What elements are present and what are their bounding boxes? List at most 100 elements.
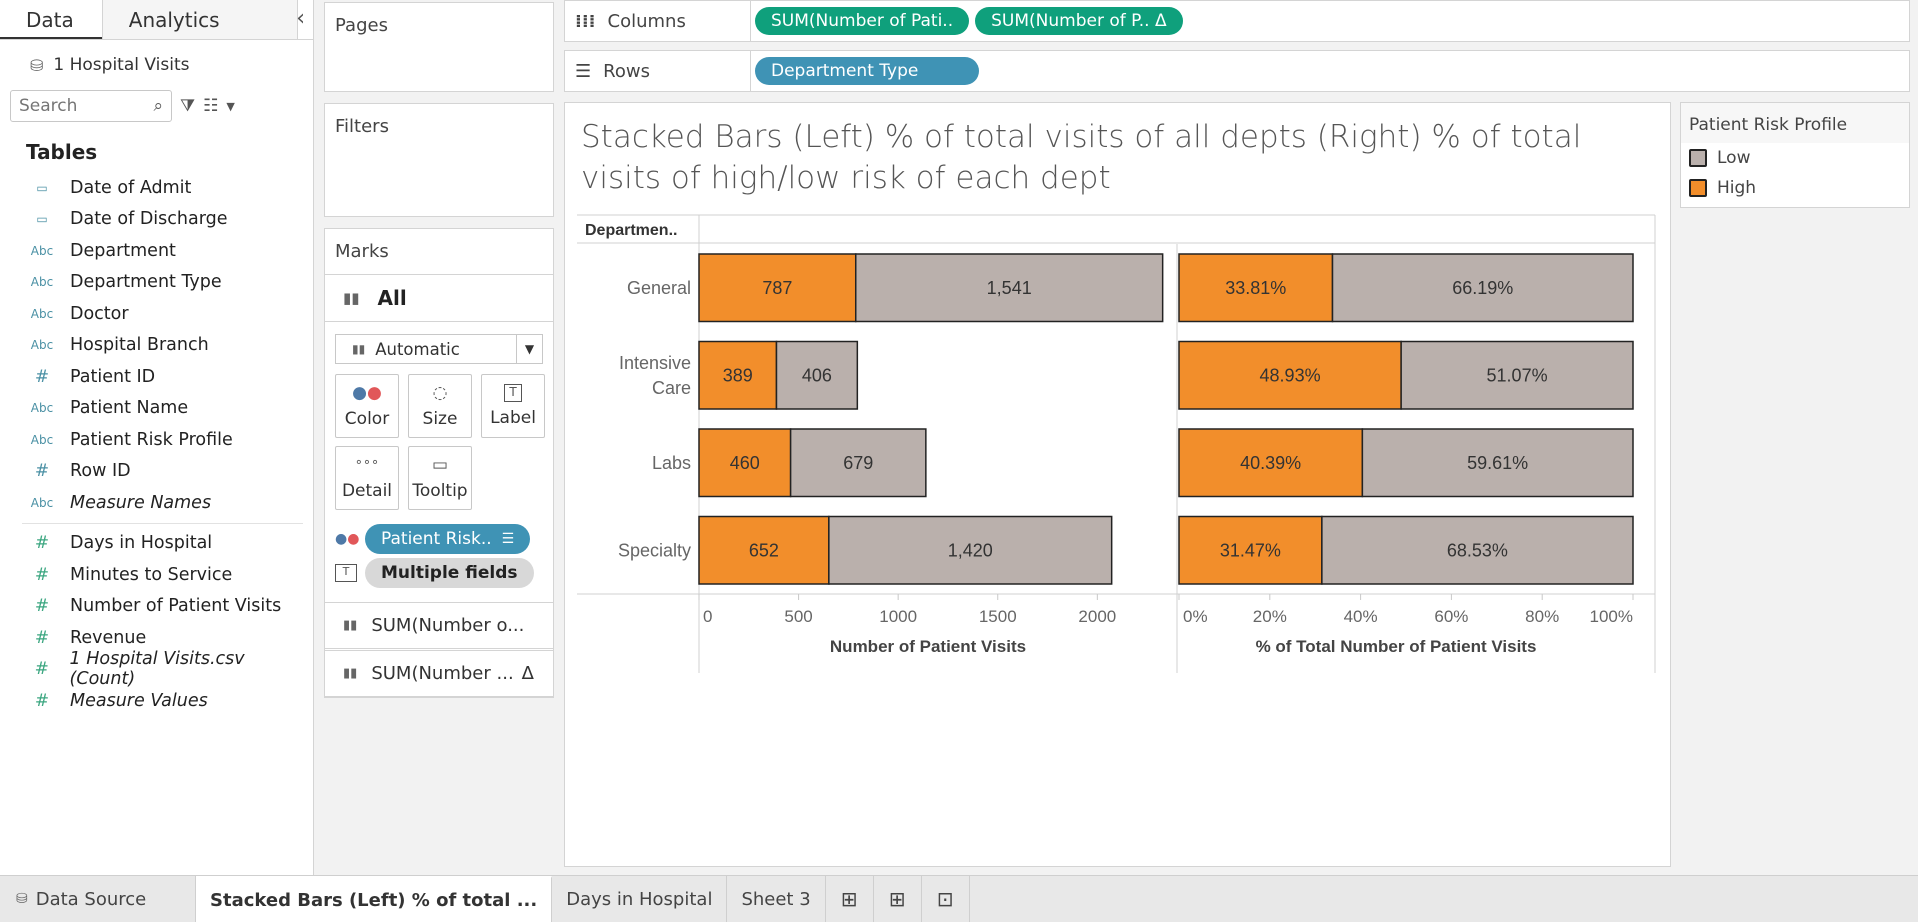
sheet-tab-2[interactable]: Sheet 3 — [727, 876, 826, 922]
filters-card[interactable]: Filters — [324, 103, 554, 217]
field-item[interactable]: # Minutes to Service — [0, 559, 313, 591]
pages-card[interactable]: Pages — [324, 2, 554, 92]
tooltip-button[interactable]: ▭ Tooltip — [408, 446, 472, 510]
datasource-item[interactable]: ⛁ 1 Hospital Visits — [0, 40, 313, 80]
column-pills: SUM(Number of Pati.. SUM(Number of P.. Δ — [751, 7, 1183, 35]
measure-marks-tab-2[interactable]: ▮▮ SUM(Number ... Δ — [324, 650, 554, 697]
marks-all-tab[interactable]: ▮▮ All — [325, 274, 553, 322]
legend-label: Low — [1717, 148, 1751, 168]
category-label: Care — [652, 378, 691, 398]
field-item[interactable]: ▭ Date of Discharge — [0, 204, 313, 236]
column-pill[interactable]: SUM(Number of P.. Δ — [975, 7, 1183, 35]
search-box[interactable]: ⌕ — [10, 90, 172, 122]
field-item[interactable]: Abc Measure Names — [0, 487, 313, 519]
field-name: Department Type — [70, 272, 222, 293]
size-button[interactable]: ◌ Size — [408, 374, 472, 438]
legend-item[interactable]: Low — [1681, 143, 1909, 173]
pages-card-title: Pages — [335, 15, 388, 36]
field-name: Number of Patient Visits — [70, 596, 282, 617]
label-field-pill[interactable]: Multiple fields — [365, 558, 534, 588]
sheet-tab-0[interactable]: Stacked Bars (Left) % of total ... — [196, 876, 553, 922]
cards-pane: Pages Filters Marks ▮▮ All ▮▮ Automatic … — [322, 0, 556, 875]
column-pill[interactable]: SUM(Number of Pati.. — [755, 7, 970, 35]
legend-label: High — [1717, 178, 1757, 198]
field-name: Doctor — [70, 303, 129, 324]
legend-swatch — [1689, 179, 1707, 197]
right-tick-label: 0% — [1183, 607, 1208, 626]
new-story-icon[interactable]: ⊡ — [922, 876, 970, 922]
columns-shelf[interactable]: ⁞⁞⁞ Columns SUM(Number of Pati.. SUM(Numb… — [564, 0, 1910, 42]
field-item[interactable]: Abc Patient Risk Profile — [0, 424, 313, 456]
row-pill[interactable]: Department Type — [755, 57, 979, 85]
bar-chart-icon: ▮▮ — [343, 289, 360, 307]
right-tick-label: 60% — [1434, 607, 1468, 626]
tooltip-icon: ▭ — [431, 455, 449, 475]
search-icon: ⌕ — [153, 96, 163, 116]
tab-analytics[interactable]: Analytics — [101, 0, 298, 39]
field-name: Revenue — [70, 627, 147, 648]
detail-button[interactable]: ∘∘∘ Detail — [335, 446, 399, 510]
field-item[interactable]: # Row ID — [0, 456, 313, 488]
tables-heading: Tables — [26, 140, 98, 164]
right-bar-label: 48.93% — [1260, 365, 1321, 385]
field-item[interactable]: Abc Hospital Branch — [0, 330, 313, 362]
new-worksheet-icon[interactable]: ⊞ — [826, 876, 874, 922]
tab-data[interactable]: Data — [0, 0, 102, 39]
data-source-tab-label: Data Source — [35, 888, 147, 910]
new-dashboard-icon[interactable]: ⊞ — [874, 876, 922, 922]
field-name: Date of Admit — [70, 177, 192, 198]
field-name: Measure Values — [70, 690, 208, 711]
color-button[interactable]: ●● Color — [335, 374, 399, 438]
rows-shelf[interactable]: ☰ Rows Department Type — [564, 50, 1910, 92]
chevron-down-icon[interactable]: ▼ — [516, 335, 542, 363]
field-item[interactable]: #1 Hospital Visits.csv (Count) — [0, 649, 313, 689]
left-bar-label: 460 — [730, 453, 760, 473]
filter-icon[interactable]: ⧩ — [180, 96, 195, 116]
left-bar-label: 652 — [749, 540, 779, 560]
field-name: Minutes to Service — [70, 564, 233, 585]
view-list-icon[interactable]: ☷ — [203, 96, 218, 116]
left-bar-label: 787 — [762, 278, 792, 298]
dropdown-caret-icon[interactable]: ▼ — [226, 100, 234, 113]
calendar-icon: ▭ — [36, 180, 48, 195]
field-item[interactable]: # Number of Patient Visits — [0, 591, 313, 623]
field-item[interactable]: ▭ Date of Admit — [0, 172, 313, 204]
marks-card-title: Marks — [335, 241, 389, 262]
right-axis-title: % of Total Number of Patient Visits — [1256, 637, 1537, 656]
field-item[interactable]: # Days in Hospital — [0, 528, 313, 560]
viz-area: Stacked Bars (Left) % of total visits of… — [564, 102, 1671, 867]
search-input[interactable] — [19, 96, 139, 116]
color-legend: Patient Risk Profile Low High — [1680, 102, 1910, 208]
data-pane: Data Analytics ‹ ⛁ 1 Hospital Visits ⌕ ⧩… — [0, 0, 314, 875]
pane-tabs: Data Analytics ‹ — [0, 0, 313, 40]
string-type-icon: Abc — [30, 243, 54, 258]
label-button[interactable]: T Label — [481, 374, 545, 438]
tooltip-button-label: Tooltip — [412, 481, 468, 501]
rows-shelf-label: ☰ Rows — [565, 51, 751, 91]
field-item[interactable]: Abc Patient Name — [0, 393, 313, 425]
color-field-pill[interactable]: Patient Risk.. ☰ — [365, 524, 531, 554]
sheet-tab-label: Sheet 3 — [741, 888, 811, 910]
sort-icon: ☰ — [501, 531, 515, 547]
data-source-tab[interactable]: ⛁ Data Source — [0, 876, 196, 922]
calendar-icon: ▭ — [36, 212, 48, 227]
string-type-icon: Abc — [30, 338, 54, 353]
right-bar-label: 66.19% — [1452, 278, 1513, 298]
detail-button-label: Detail — [341, 481, 393, 501]
number-type-icon: # — [34, 690, 50, 711]
sheet-tab-1[interactable]: Days in Hospital — [552, 876, 728, 922]
field-item[interactable]: # Patient ID — [0, 361, 313, 393]
field-item[interactable]: Abc Doctor — [0, 298, 313, 330]
field-item[interactable]: Abc Department Type — [0, 267, 313, 299]
collapse-chevron-icon[interactable]: ‹ — [296, 6, 305, 31]
right-bar-label: 68.53% — [1447, 540, 1508, 560]
number-type-icon: # — [34, 596, 50, 617]
size-icon: ◌ — [432, 383, 448, 403]
field-item[interactable]: Abc Department — [0, 235, 313, 267]
measure-marks-tab-1[interactable]: ▮▮ SUM(Number o... — [324, 602, 554, 649]
category-label: Specialty — [618, 540, 691, 560]
legend-item[interactable]: High — [1681, 173, 1909, 203]
field-item[interactable]: # Measure Values — [0, 685, 313, 717]
mark-type-dropdown[interactable]: ▮▮ Automatic ▼ — [335, 334, 543, 364]
palette-icon: ●● — [352, 383, 382, 403]
